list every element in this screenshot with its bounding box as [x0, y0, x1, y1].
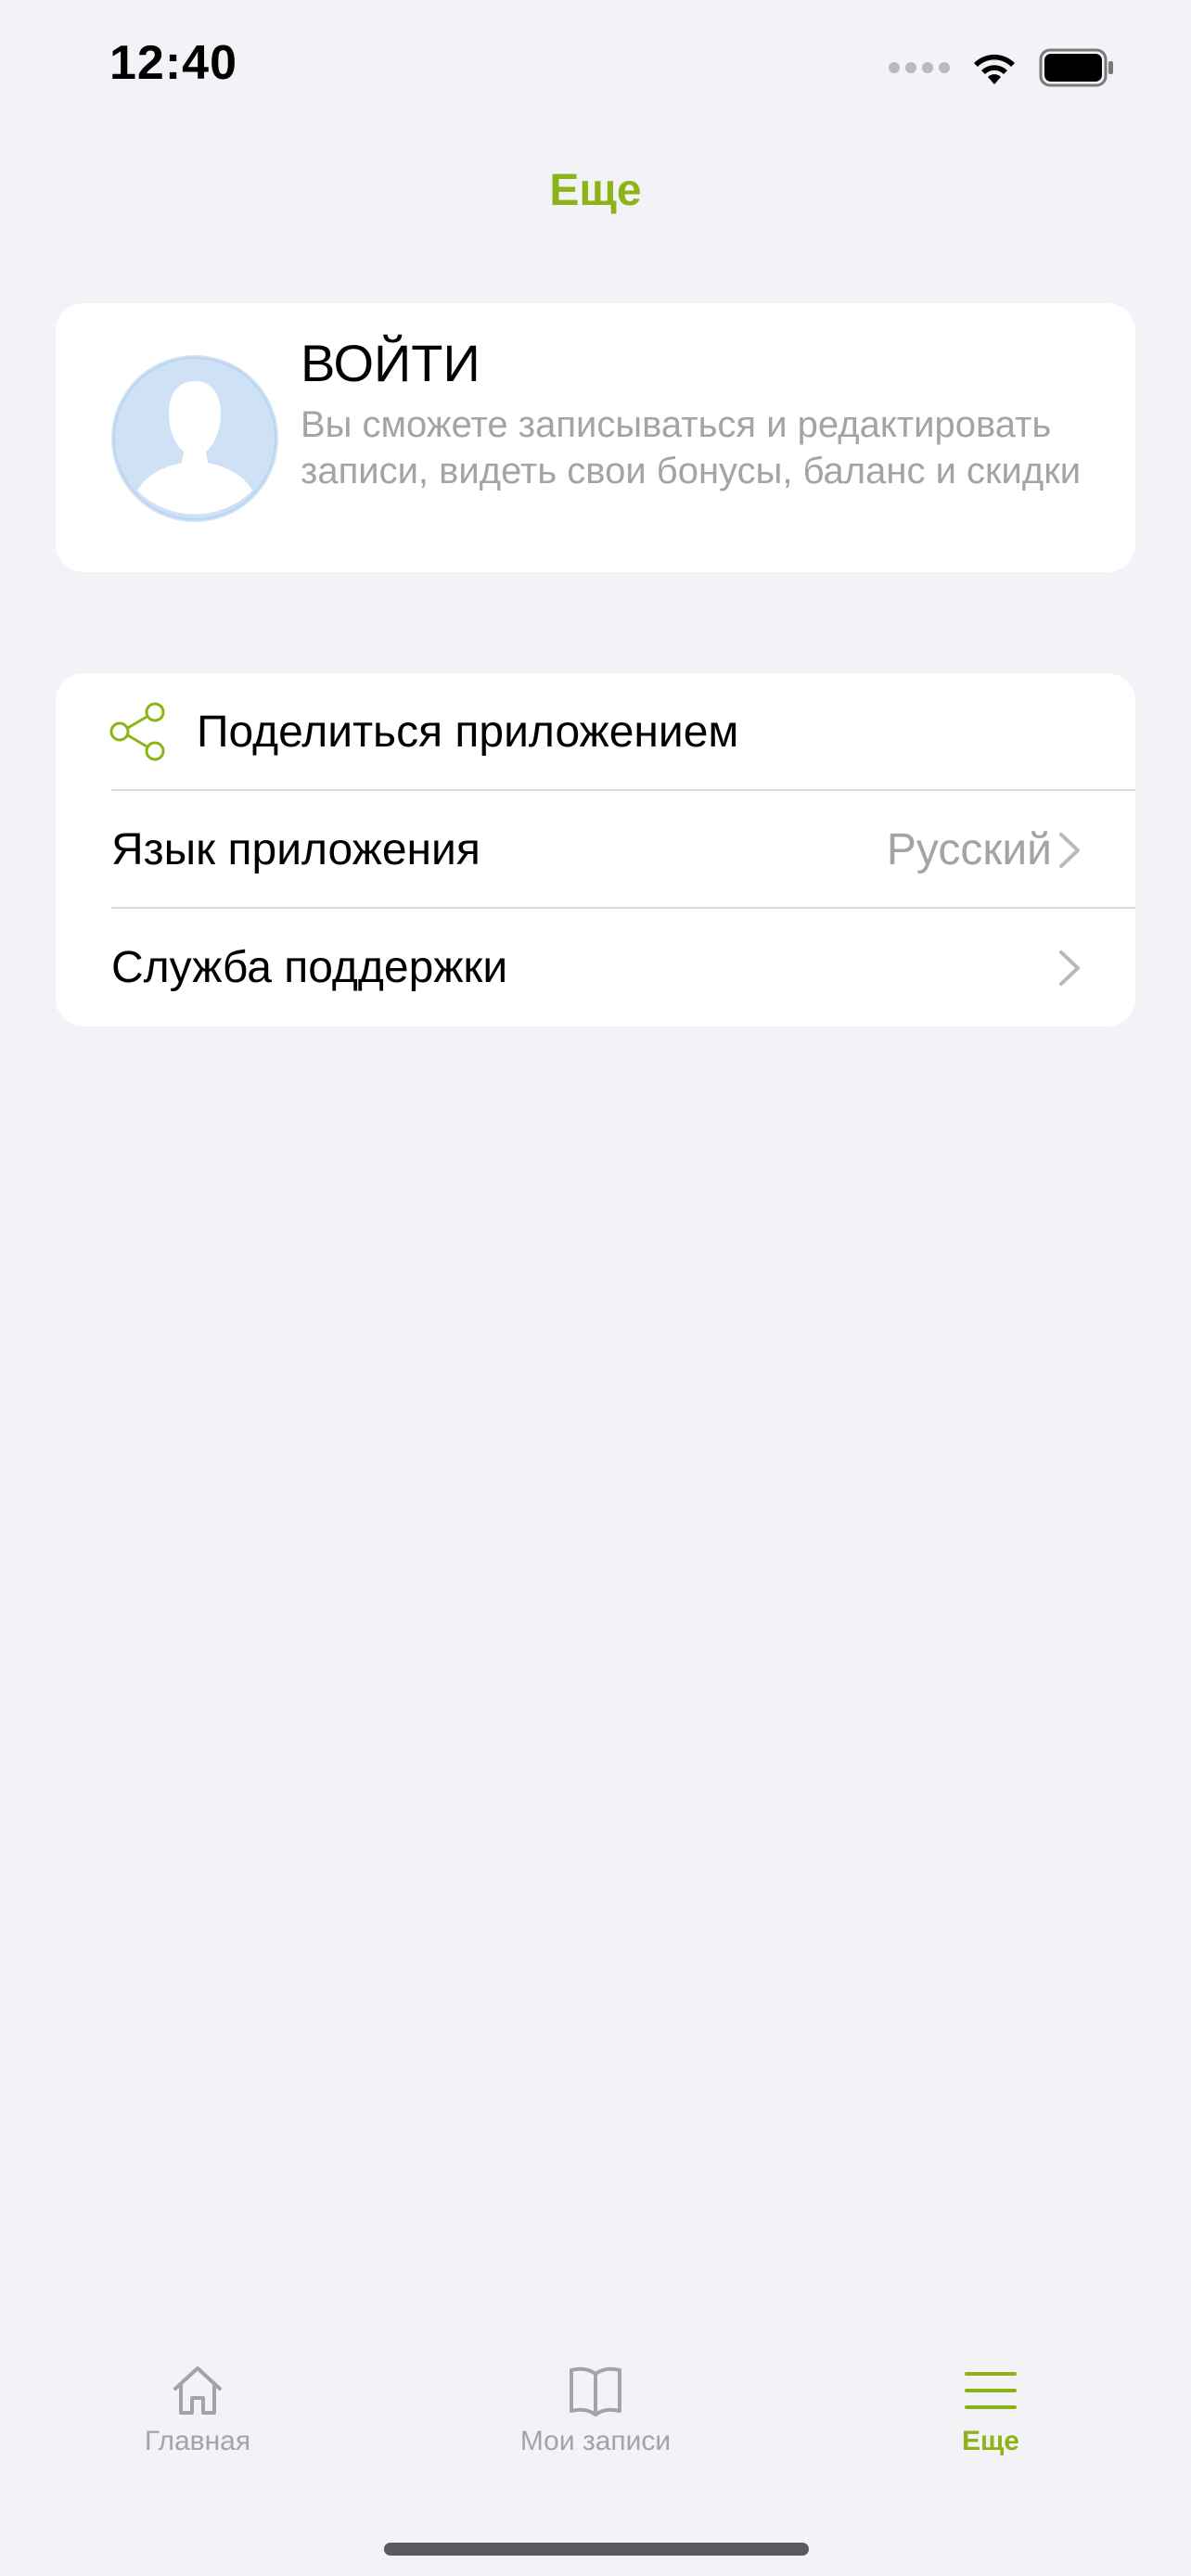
tab-home[interactable]: Главная: [58, 2361, 337, 2491]
status-time: 12:40: [109, 36, 237, 90]
home-icon: [173, 2366, 222, 2415]
tab-more-label: Еще: [961, 2426, 1019, 2456]
login-description: Вы сможете записываться и редактировать …: [301, 404, 1082, 491]
login-title: ВОЙТИ: [301, 334, 480, 392]
support-row[interactable]: Служба поддержки: [56, 909, 1135, 1027]
tab-my-bookings[interactable]: Мои записи: [456, 2361, 735, 2491]
tab-home-label: Главная: [144, 2426, 251, 2456]
avatar-placeholder-icon: [111, 355, 278, 522]
chevron-right-icon: [1059, 833, 1080, 868]
book-icon: [570, 2366, 621, 2417]
app-language-label: Язык приложения: [111, 825, 480, 874]
status-bar: 12:40: [0, 0, 1191, 130]
tab-my-bookings-label: Мои записи: [519, 2426, 672, 2456]
menu-icon: [965, 2372, 1017, 2409]
settings-list: Поделиться приложением Язык приложения Р…: [56, 673, 1135, 1027]
cellular-signal-icon: [889, 62, 950, 73]
battery-icon: [1039, 48, 1113, 87]
share-icon: [109, 702, 165, 761]
home-indicator[interactable]: [384, 2543, 809, 2556]
status-icons: [889, 45, 1115, 91]
app-language-value: Русский: [886, 825, 1052, 874]
share-app-label: Поделиться приложением: [197, 708, 739, 757]
wifi-icon: [974, 54, 1015, 84]
chevron-right-icon: [1059, 950, 1080, 986]
share-app-row[interactable]: Поделиться приложением: [56, 673, 1135, 791]
tab-bar: Главная Мои записи Еще: [0, 2344, 1191, 2576]
app-language-row[interactable]: Язык приложения Русский: [56, 791, 1135, 909]
login-card[interactable]: ВОЙТИ Вы сможете записываться и редактир…: [56, 303, 1135, 572]
tab-more[interactable]: Еще: [852, 2361, 1130, 2491]
page-title: Еще: [549, 166, 642, 215]
support-label: Служба поддержки: [111, 943, 508, 992]
